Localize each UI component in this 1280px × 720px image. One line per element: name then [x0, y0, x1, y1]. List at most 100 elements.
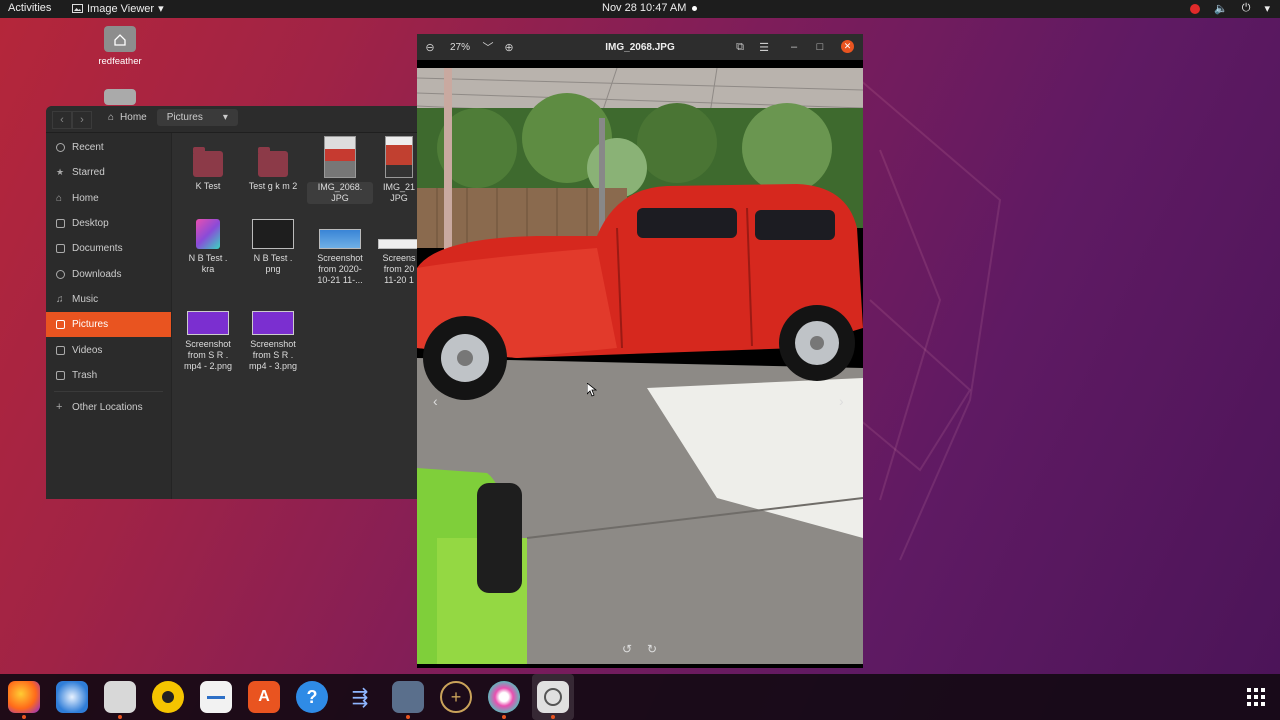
sidebar-item-label: Desktop	[72, 218, 109, 230]
kdenlive-icon[interactable]: ⇶	[344, 681, 376, 713]
sidebar-item-desktop[interactable]: Desktop	[46, 211, 171, 236]
record-icon[interactable]	[1190, 3, 1201, 14]
sidebar-item-trash[interactable]: Trash	[46, 363, 171, 388]
file-label: Screenshot from S R . mp4 - 3.png	[248, 339, 298, 371]
back-button[interactable]: ‹	[52, 111, 72, 129]
image-thumbnail-icon	[187, 311, 229, 335]
sidebar-item-downloads[interactable]: Downloads	[46, 261, 171, 286]
breadcrumb: ⌂ Home Pictures ▾	[98, 109, 238, 126]
photo-canvas[interactable]: ‹ › ↺ ↻	[417, 68, 863, 664]
gallery-icon[interactable]: ⧉	[733, 40, 747, 54]
folder-icon	[193, 147, 223, 177]
clock[interactable]: Nov 28 10:47 AM	[602, 2, 698, 14]
app-menu[interactable]: Image Viewer ▾	[72, 2, 164, 15]
picture-icon	[56, 320, 65, 330]
krita-file-icon	[196, 219, 220, 249]
rotate-right-icon[interactable]: ↻	[647, 642, 657, 656]
sidebar-item-label: Downloads	[72, 268, 122, 280]
breadcrumb-pictures[interactable]: Pictures ▾	[156, 109, 238, 126]
desktop-icon	[56, 219, 65, 229]
sidebar-item-other-locations[interactable]: + Other Locations	[46, 395, 171, 420]
home-icon: ⌂	[108, 112, 115, 123]
file-item-test-gkm2[interactable]: Test g k m 2	[240, 147, 306, 192]
sidebar-item-label: Recent	[72, 142, 104, 154]
power-icon[interactable]: ⏻	[1242, 2, 1251, 15]
thunderbird-icon[interactable]	[56, 681, 88, 713]
file-item-screenshot-2020-10-21[interactable]: Screenshot from 2020- 10-21 11-...	[307, 229, 373, 286]
firefox-icon[interactable]	[8, 681, 40, 719]
activities-button[interactable]: Activities	[8, 2, 51, 14]
file-grid: K Test Test g k m 2 IMG_2068. JPG IMG_21…	[172, 133, 426, 499]
file-item-img-2068[interactable]: IMG_2068. JPG	[307, 136, 373, 204]
music-icon: ♫	[56, 293, 64, 305]
image-thumbnail-icon	[324, 136, 356, 178]
sidebar-item-label: Home	[72, 192, 99, 204]
files-icon[interactable]	[104, 681, 136, 719]
previous-image-icon[interactable]: ‹	[433, 393, 438, 409]
krita-icon[interactable]	[488, 681, 520, 719]
menu-icon[interactable]: ☰	[757, 40, 771, 54]
clock-icon	[56, 143, 65, 153]
sidebar-item-label: Other Locations	[72, 402, 143, 414]
sidebar-divider	[54, 390, 163, 392]
dock: A ? ⇶ +	[0, 674, 1280, 720]
drive-icon	[104, 89, 136, 105]
running-indicator	[118, 715, 122, 719]
maximize-icon[interactable]: □	[813, 40, 827, 54]
system-tray[interactable]: 🔈 ⏻ ▾	[1190, 2, 1270, 15]
image-viewer-window: ⊖ 27% ﹀ ⊕ IMG_2068.JPG ⧉ ☰ – □ ✕ ‹ › ↺ ↻	[417, 34, 863, 668]
sidebar-item-starred[interactable]: ★ Starred	[46, 160, 171, 185]
forward-button[interactable]: ›	[72, 111, 92, 129]
mouse-cursor-icon	[587, 383, 597, 397]
next-image-icon[interactable]: ›	[839, 393, 844, 409]
minimize-icon[interactable]: –	[787, 40, 801, 54]
file-item-screenshot-sr-2[interactable]: Screenshot from S R . mp4 - 2.png	[175, 311, 241, 372]
sidebar-item-recent[interactable]: Recent	[46, 135, 171, 160]
file-label: Test g k m 2	[248, 181, 298, 191]
folder-icon	[258, 147, 288, 177]
file-label: Screenshot from S R . mp4 - 2.png	[183, 339, 233, 371]
file-label: N B Test . kra	[188, 253, 228, 274]
sidebar-item-music[interactable]: ♫ Music	[46, 287, 171, 312]
running-indicator	[502, 715, 506, 719]
writer-icon[interactable]	[200, 681, 232, 713]
clock-label: Nov 28 10:47 AM	[602, 2, 687, 14]
top-bar: Activities Image Viewer ▾ Nov 28 10:47 A…	[0, 0, 1280, 18]
sidebar-item-label: Trash	[72, 369, 98, 381]
sidebar-item-videos[interactable]: Videos	[46, 337, 171, 362]
image-thumbnail-icon	[378, 239, 420, 249]
volume-icon[interactable]: 🔈	[1214, 2, 1228, 15]
sidebar-item-documents[interactable]: Documents	[46, 236, 171, 261]
crosshair-icon[interactable]: +	[440, 681, 472, 713]
file-item-k-test[interactable]: K Test	[175, 147, 241, 192]
file-manager-header: ‹ › ⌂ Home Pictures ▾	[46, 106, 426, 133]
sidebar-item-label: Documents	[72, 243, 123, 255]
notification-dot-icon	[692, 5, 698, 11]
tv-icon[interactable]	[392, 681, 424, 719]
image-viewer-icon[interactable]	[537, 681, 569, 719]
show-applications-icon[interactable]	[1240, 681, 1272, 713]
breadcrumb-label: Home	[120, 112, 147, 123]
video-icon	[56, 345, 65, 355]
desktop-icon-home[interactable]: redfeather	[90, 26, 150, 67]
sidebar-item-pictures[interactable]: Pictures	[46, 312, 171, 338]
file-label: IMG_2068. JPG	[307, 182, 373, 204]
rhythmbox-icon[interactable]	[152, 681, 184, 713]
file-item-screenshot-sr-3[interactable]: Screenshot from S R . mp4 - 3.png	[240, 311, 306, 372]
image-thumbnail-icon	[252, 219, 294, 249]
rotate-left-icon[interactable]: ↺	[622, 642, 632, 656]
plus-icon: +	[56, 401, 63, 414]
file-label: Screenshot from 2020- 10-21 11-...	[317, 253, 363, 285]
breadcrumb-home[interactable]: ⌂ Home	[98, 109, 157, 126]
close-icon[interactable]: ✕	[841, 40, 854, 53]
file-item-nb-test-kra[interactable]: N B Test . kra	[175, 219, 241, 275]
chevron-down-icon[interactable]: ▾	[223, 112, 228, 123]
file-item-nb-test-png[interactable]: N B Test . png	[240, 219, 306, 275]
car-photo	[417, 68, 863, 664]
sidebar: Recent ★ Starred ⌂ Home Desktop Documents …	[46, 133, 172, 499]
chevron-down-icon[interactable]: ▾	[1264, 2, 1270, 15]
help-icon[interactable]: ?	[296, 681, 328, 713]
software-icon[interactable]: A	[248, 681, 280, 713]
sidebar-item-home[interactable]: ⌂ Home	[46, 186, 171, 211]
image-thumbnail-icon	[385, 136, 413, 178]
